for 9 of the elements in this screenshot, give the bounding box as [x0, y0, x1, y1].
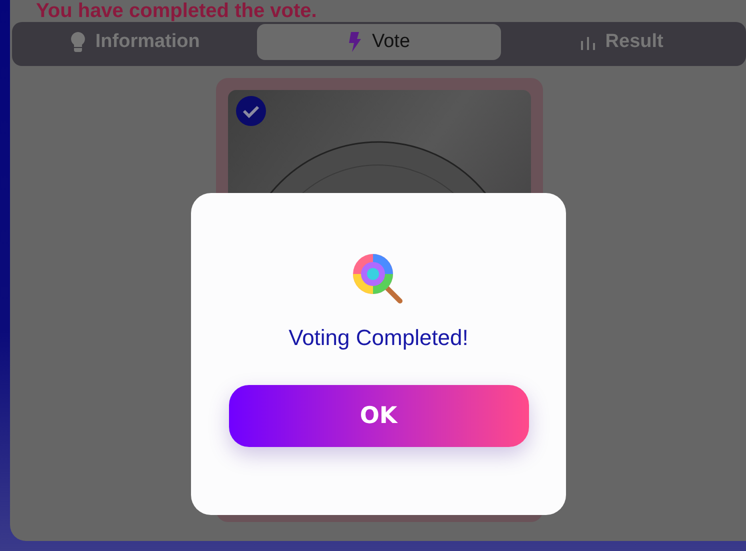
bar-chart-icon: [581, 34, 596, 50]
tab[interactable]: Result: [500, 24, 744, 60]
headline: You have completed the vote.: [36, 0, 317, 22]
ok-button[interactable]: OK: [228, 385, 528, 447]
tab[interactable]: Vote: [257, 24, 501, 60]
tab[interactable]: Information: [14, 24, 258, 60]
lightning-icon: [348, 32, 362, 52]
lightbulb-icon: [71, 32, 86, 52]
dialog-message: Voting Completed!: [288, 325, 468, 351]
